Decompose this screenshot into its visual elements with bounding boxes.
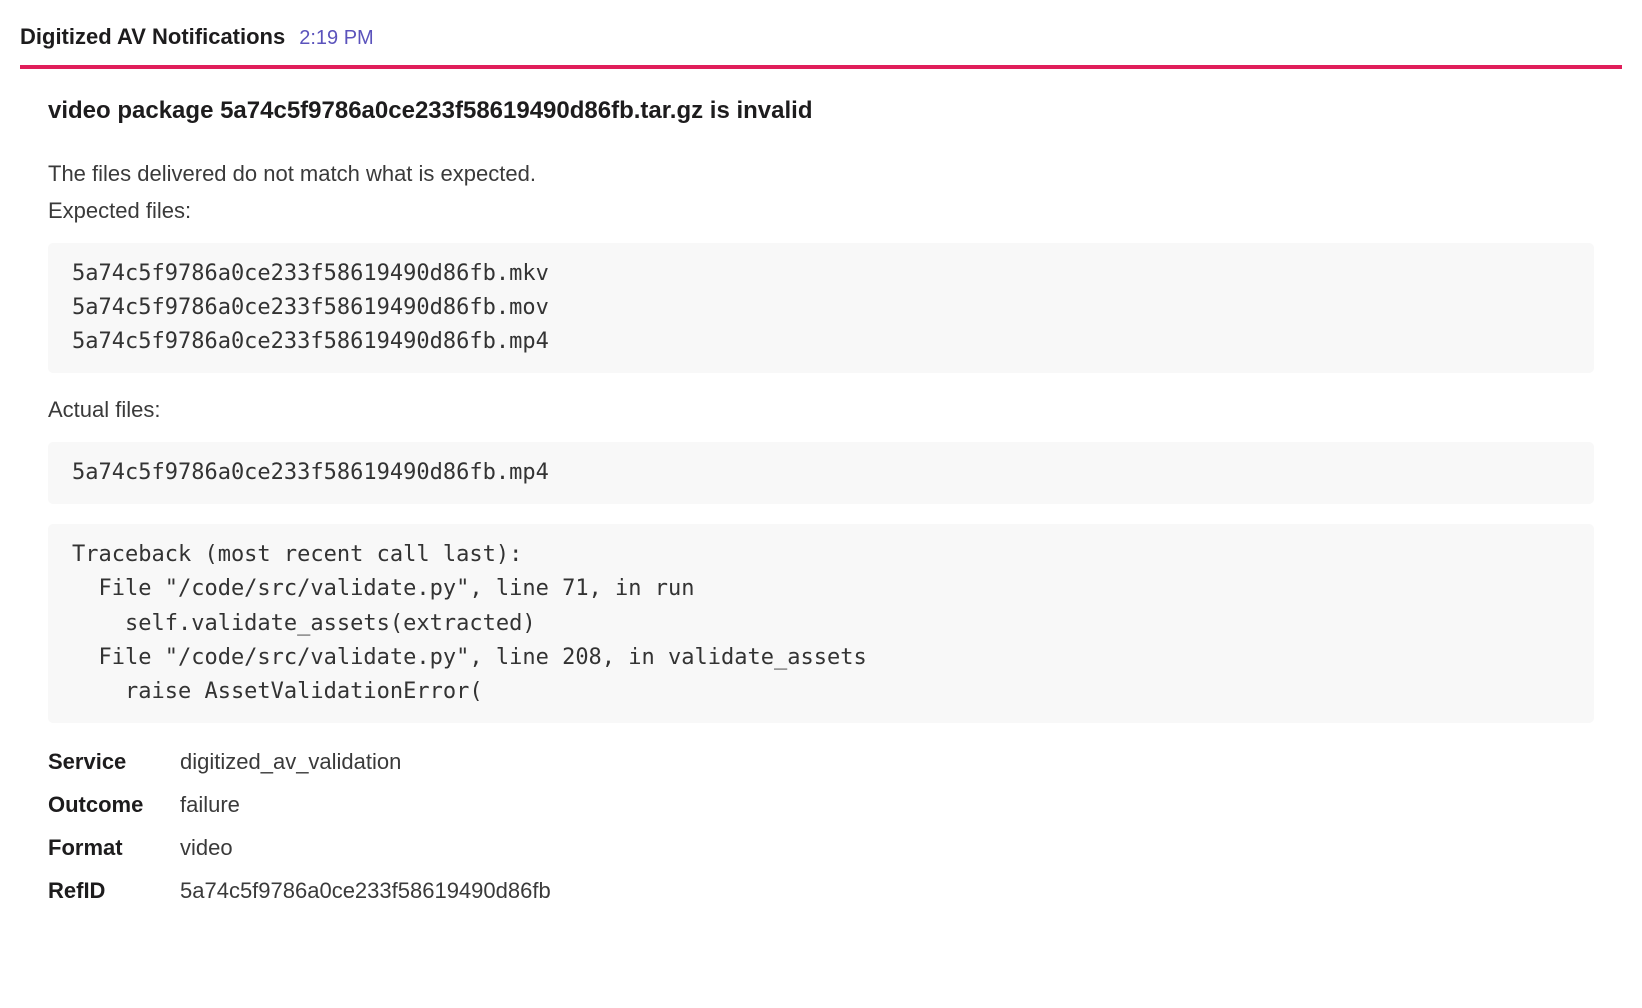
field-row: Service digitized_av_validation [48,745,1594,778]
message-container: Digitized AV Notifications 2:19 PM video… [0,0,1642,937]
field-label-refid: RefID [48,874,180,907]
message-header: Digitized AV Notifications 2:19 PM [20,20,1622,53]
field-label-format: Format [48,831,180,864]
field-value-outcome: failure [180,788,240,821]
field-row: Format video [48,831,1594,864]
traceback-block: Traceback (most recent call last): File … [48,524,1594,722]
field-value-service: digitized_av_validation [180,745,401,778]
field-value-refid: 5a74c5f9786a0ce233f58619490d86fb [180,874,551,907]
field-value-format: video [180,831,233,864]
intro-text: The files delivered do not match what is… [48,157,1594,190]
fields-section: Service digitized_av_validation Outcome … [48,745,1594,907]
field-row: Outcome failure [48,788,1594,821]
actual-files-block: 5a74c5f9786a0ce233f58619490d86fb.mp4 [48,442,1594,504]
message-timestamp[interactable]: 2:19 PM [299,23,373,53]
attachment-block: video package 5a74c5f9786a0ce233f5861949… [20,65,1622,907]
sender-name[interactable]: Digitized AV Notifications [20,20,285,53]
field-row: RefID 5a74c5f9786a0ce233f58619490d86fb [48,874,1594,907]
field-label-service: Service [48,745,180,778]
attachment-title: video package 5a74c5f9786a0ce233f5861949… [48,93,1594,129]
expected-files-label: Expected files: [48,194,1594,227]
expected-files-block: 5a74c5f9786a0ce233f58619490d86fb.mkv 5a7… [48,243,1594,373]
actual-files-label: Actual files: [48,393,1594,426]
field-label-outcome: Outcome [48,788,180,821]
